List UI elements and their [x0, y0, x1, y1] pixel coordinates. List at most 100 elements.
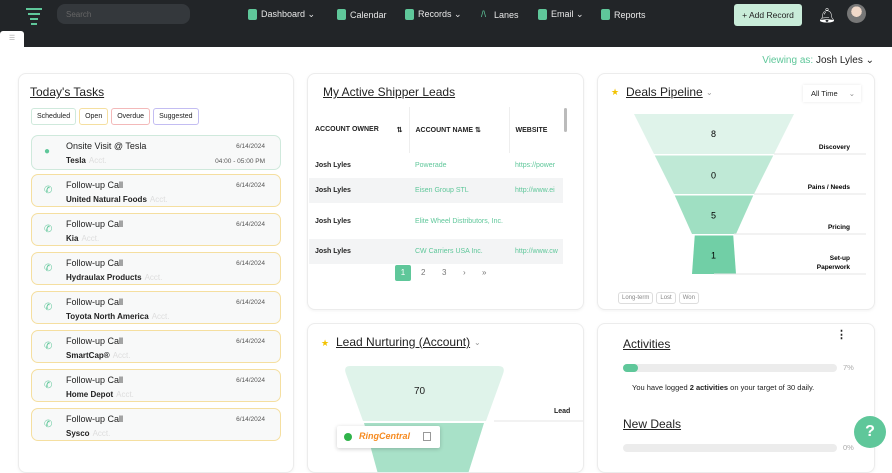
page-2[interactable]: 2 — [421, 268, 425, 277]
nav-dashboard[interactable]: Dashboard ⌄ — [248, 9, 315, 20]
stage-label: Discovery — [819, 144, 850, 151]
cell-website[interactable]: http://www.cw — [509, 239, 563, 264]
minimize-icon[interactable] — [423, 432, 431, 441]
col-account-owner[interactable]: ACCOUNT OWNER ⇅ — [309, 107, 410, 153]
task-item[interactable]: ✆ Follow-up Call United Natural Foods Acct.… — [31, 174, 281, 207]
add-record-button[interactable]: + Add Record — [734, 4, 802, 26]
funnel-value: 70 — [414, 386, 426, 397]
task-date: 6/14/2024 — [236, 260, 265, 267]
filter-suggested[interactable]: Suggested — [153, 108, 199, 125]
task-item[interactable]: ✆ Follow-up Call Kia Acct. 6/14/2024 — [31, 213, 281, 246]
cell-account-name[interactable]: Eisen Group STL — [409, 178, 509, 203]
nav-label: Dashboard ⌄ — [261, 9, 316, 19]
tag-won[interactable]: Won — [678, 292, 699, 304]
viewing-as-selector[interactable]: Viewing as: Josh Lyles ⌄ — [762, 55, 874, 66]
nav-label: Email ⌄ — [551, 9, 584, 19]
nav-records[interactable]: Records ⌄ — [405, 9, 462, 20]
task-title: Onsite Visit @ Tesla — [66, 141, 147, 151]
scrollbar[interactable] — [564, 108, 567, 132]
logo-icon[interactable] — [24, 6, 44, 28]
task-account[interactable]: Tesla Acct. — [66, 156, 107, 165]
stage-value: 5 — [711, 211, 716, 221]
stage-value: 8 — [711, 129, 716, 139]
cell-owner: Josh Lyles — [315, 217, 351, 225]
cell-website[interactable]: http://www.ei — [509, 178, 563, 203]
avatar[interactable] — [847, 4, 866, 23]
tag-lost[interactable]: Lost — [656, 292, 676, 304]
task-date: 6/14/2024 — [236, 182, 265, 189]
leads-table: ACCOUNT OWNER ⇅ ACCOUNT NAME ⇅ WEBSITE Jos… — [309, 107, 563, 264]
tag-long-term[interactable]: Long-term — [618, 292, 654, 304]
funnel-stage-label: Lead — [554, 408, 571, 415]
search-input[interactable]: Search — [57, 4, 190, 24]
tasks-title: Today's Tasks — [30, 85, 105, 99]
nav-label: Calendar — [350, 9, 387, 20]
stage-label: Paperwork — [817, 264, 851, 271]
page-last[interactable]: » — [482, 268, 486, 277]
status-dot — [344, 433, 352, 441]
task-date: 6/14/2024 — [236, 338, 265, 345]
col-website[interactable]: WEBSITE — [509, 107, 563, 153]
table-row[interactable]: Josh Lyles Powerade https://power — [309, 153, 563, 178]
cell-website[interactable]: https://power — [509, 153, 563, 178]
task-item[interactable]: ✆ Follow-up Call Home Depot Acct. 6/14/2024 — [31, 369, 281, 402]
nav-label: Reports — [614, 9, 646, 20]
filter-open[interactable]: Open — [79, 108, 109, 125]
page-1[interactable]: 1 — [395, 265, 411, 281]
task-filters: Scheduled Open Overdue Suggested — [31, 105, 202, 125]
new-deals-title: New Deals — [623, 417, 682, 431]
dashboard-icon — [248, 9, 257, 20]
help-button[interactable]: ? — [854, 416, 886, 448]
nav-calendar[interactable]: Calendar — [337, 9, 387, 20]
nav-label: Records ⌄ — [418, 9, 462, 19]
task-item[interactable]: ✆ Follow-up Call Sysco Acct. 6/14/2024 — [31, 408, 281, 441]
task-time: 04:00 - 05:00 PM — [215, 158, 265, 165]
task-account[interactable]: Toyota North America Acct. — [66, 312, 169, 321]
col-account-name[interactable]: ACCOUNT NAME ⇅ — [409, 107, 510, 153]
nav-reports[interactable]: Reports — [601, 9, 646, 20]
sidebar-toggle-icon[interactable]: ☰ — [0, 31, 24, 47]
table-row[interactable]: Josh Lyles CW Carriers USA Inc. http://www… — [309, 239, 563, 264]
viewing-label: Viewing as: — [762, 55, 814, 66]
task-account[interactable]: SmartCap® Acct. — [66, 351, 130, 360]
table-row[interactable]: Josh Lyles Eisen Group STL http://www.ei — [309, 178, 563, 203]
more-options-icon[interactable]: ⋮ — [836, 328, 847, 341]
nav-lanes[interactable]: /\ Lanes — [481, 9, 519, 20]
bell-icon[interactable]: 🔔︎ — [818, 7, 836, 24]
task-account[interactable]: Kia Acct. — [66, 234, 99, 243]
cell-account-name[interactable]: Powerade — [409, 153, 509, 178]
sort-icon: ⇅ — [475, 127, 481, 134]
filter-overdue[interactable]: Overdue — [111, 108, 151, 125]
page-3[interactable]: 3 — [442, 268, 446, 277]
task-item[interactable]: ✆ Follow-up Call Toyota North America Acct.… — [31, 291, 281, 324]
cell-owner: Josh Lyles — [309, 178, 409, 203]
stage-value: 0 — [711, 171, 716, 181]
task-item[interactable]: ✆ Follow-up Call Hydraulax Products Acct. 6/… — [31, 252, 281, 285]
cell-account-name[interactable]: CW Carriers USA Inc. — [409, 239, 509, 264]
activities-title: Activities — [623, 337, 671, 351]
pipeline-funnel: 8 Discovery 0 Pains / Needs 5 Pricing 1 Set-up P… — [634, 114, 866, 275]
reports-icon — [601, 9, 610, 20]
task-date: 6/14/2024 — [236, 416, 265, 423]
task-account[interactable]: United Natural Foods Acct. — [66, 195, 168, 204]
table-row[interactable]: Josh Lyles Elite Wheel Distributors, Inc. — [309, 203, 563, 239]
calendar-icon — [337, 9, 346, 20]
filter-scheduled[interactable]: Scheduled — [31, 108, 77, 125]
nurturing-funnel — [345, 366, 583, 472]
task-item[interactable]: ● Onsite Visit @ Tesla Tesla Acct. 6/14/2024… — [31, 135, 281, 170]
cell-account-name[interactable]: Elite Wheel Distributors, Inc. — [409, 203, 509, 239]
task-account[interactable]: Home Depot Acct. — [66, 390, 134, 399]
phone-outgoing-icon: ✆ — [44, 380, 53, 391]
phone-outgoing-icon: ✆ — [44, 302, 53, 313]
task-item[interactable]: ✆ Follow-up Call SmartCap® Acct. 6/14/2024 — [31, 330, 281, 363]
ringcentral-widget[interactable]: RingCentral — [337, 426, 440, 448]
lanes-icon: /\ — [481, 9, 487, 19]
task-account[interactable]: Hydraulax Products Acct. — [66, 273, 162, 282]
task-account[interactable]: Sysco Acct. — [66, 429, 110, 438]
nav-email[interactable]: Email ⌄ — [538, 9, 584, 20]
activities-card: ⋮ Activities 7% You have logged 2 activi… — [597, 323, 875, 473]
page-next[interactable]: › — [463, 268, 466, 277]
cell-website[interactable] — [509, 203, 563, 239]
nav-label: Lanes — [494, 9, 519, 20]
task-title: Follow-up Call — [66, 180, 124, 190]
